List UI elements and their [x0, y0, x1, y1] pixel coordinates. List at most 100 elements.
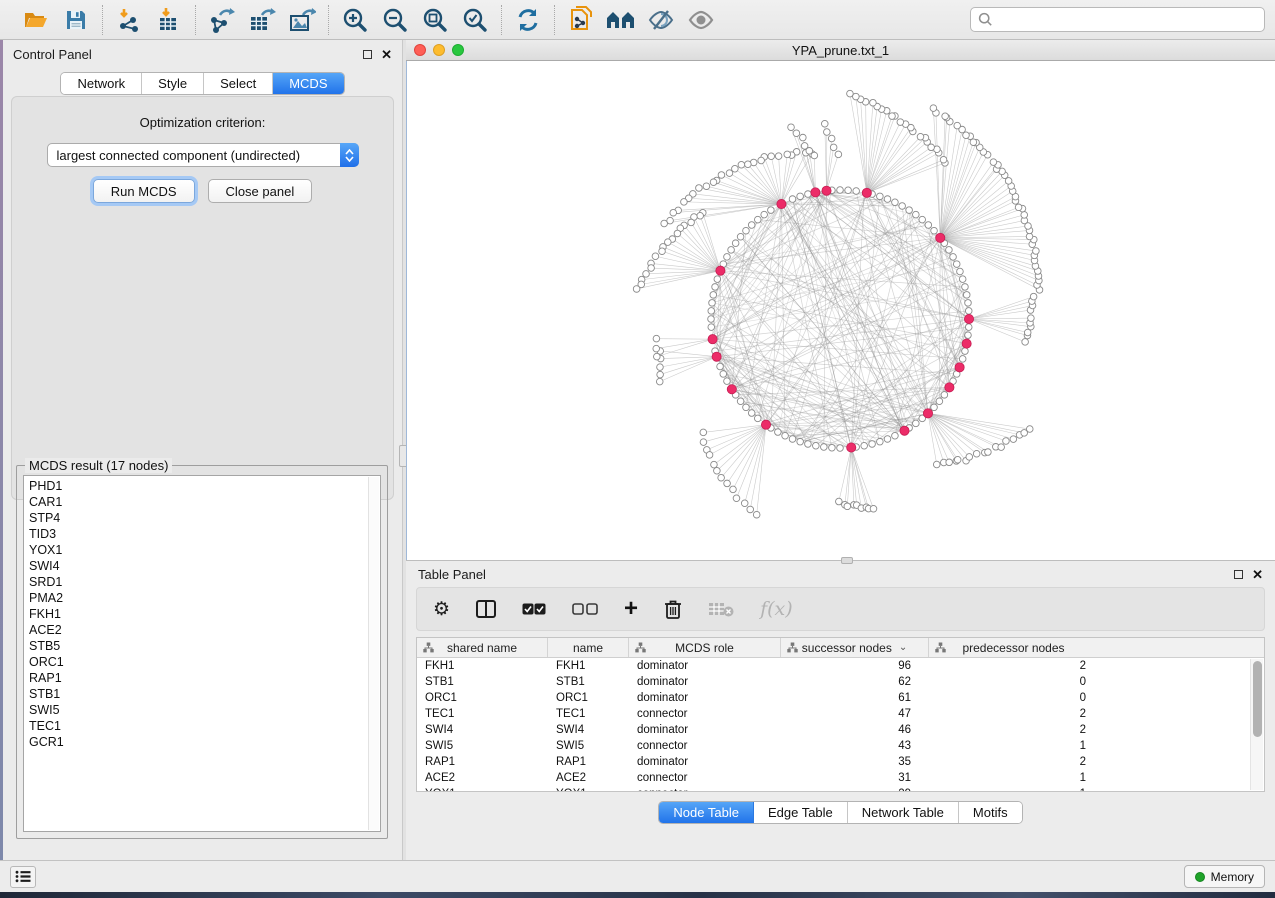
mcds-node[interactable]: [900, 426, 909, 435]
run-mcds-button[interactable]: Run MCDS: [93, 179, 195, 203]
mcds-node[interactable]: [847, 443, 856, 452]
mcds-result-node[interactable]: ORC1: [24, 654, 380, 670]
mcds-result-node[interactable]: STP4: [24, 510, 380, 526]
tab-select[interactable]: Select: [204, 73, 273, 94]
export-network-button[interactable]: [206, 5, 238, 35]
mcds-node[interactable]: [862, 188, 871, 197]
float-panel-icon[interactable]: [363, 50, 372, 59]
table-panel-drag-handle[interactable]: [841, 557, 853, 564]
mcds-result-node[interactable]: FKH1: [24, 606, 380, 622]
table-tab-node-table[interactable]: Node Table: [659, 802, 754, 823]
close-panel-icon[interactable]: ✕: [381, 48, 392, 61]
cell-successor-nodes: 47: [781, 708, 929, 720]
float-table-panel-icon[interactable]: [1234, 570, 1243, 579]
mcds-result-node[interactable]: YOX1: [24, 542, 380, 558]
import-network-button[interactable]: [113, 5, 145, 35]
tab-network[interactable]: Network: [61, 73, 142, 94]
mcds-result-node[interactable]: GCR1: [24, 734, 380, 750]
column-header-name[interactable]: name: [548, 638, 629, 657]
table-row[interactable]: RAP1RAP1dominator352: [417, 754, 1264, 770]
mcds-node[interactable]: [708, 335, 717, 344]
cell-successor-nodes: 31: [781, 772, 929, 784]
table-tab-network-table[interactable]: Network Table: [848, 802, 959, 823]
table-row[interactable]: ACE2ACE2connector311: [417, 770, 1264, 786]
mcds-result-node[interactable]: TID3: [24, 526, 380, 542]
mcds-result-node[interactable]: STB1: [24, 686, 380, 702]
task-history-button[interactable]: [10, 866, 36, 888]
table-options-button[interactable]: ⚙: [433, 594, 450, 624]
export-table-button[interactable]: [246, 5, 278, 35]
mcds-node[interactable]: [716, 266, 725, 275]
table-toolbar: ⚙: [416, 587, 1265, 631]
table-row[interactable]: SWI5SWI5connector431: [417, 738, 1264, 754]
export-image-button[interactable]: [286, 5, 318, 35]
tab-mcds[interactable]: MCDS: [273, 73, 343, 94]
mcds-result-node[interactable]: RAP1: [24, 670, 380, 686]
column-header-successor-nodes[interactable]: successor nodes⌄: [781, 638, 929, 657]
mcds-node[interactable]: [923, 409, 932, 418]
mcds-result-node[interactable]: TEC1: [24, 718, 380, 734]
mcds-result-node[interactable]: CAR1: [24, 494, 380, 510]
table-row[interactable]: STB1STB1dominator620: [417, 674, 1264, 690]
mcds-result-node[interactable]: SRD1: [24, 574, 380, 590]
column-header-MCDS-role[interactable]: MCDS role: [629, 638, 781, 657]
add-column-button[interactable]: +: [624, 594, 638, 624]
table-tab-edge-table[interactable]: Edge Table: [754, 802, 848, 823]
mcds-result-list[interactable]: PHD1CAR1STP4TID3YOX1SWI4SRD1PMA2FKH1ACE2…: [23, 475, 381, 832]
mcds-result-node[interactable]: PHD1: [24, 478, 380, 494]
refresh-layout-button[interactable]: [512, 5, 544, 35]
table-row[interactable]: SWI4SWI4dominator462: [417, 722, 1264, 738]
column-header-shared-name[interactable]: shared name: [417, 638, 548, 657]
select-all-button[interactable]: [522, 594, 546, 624]
mcds-node[interactable]: [955, 363, 964, 372]
mcds-node[interactable]: [945, 383, 954, 392]
mcds-result-node[interactable]: SWI5: [24, 702, 380, 718]
mcds-node[interactable]: [727, 385, 736, 394]
mcds-node[interactable]: [962, 339, 971, 348]
global-search[interactable]: [970, 7, 1265, 32]
mcds-node[interactable]: [811, 188, 820, 197]
mcds-node[interactable]: [936, 233, 945, 242]
split-panel-icon: [476, 600, 496, 618]
deselect-all-button[interactable]: [572, 594, 598, 624]
mcds-result-node[interactable]: PMA2: [24, 590, 380, 606]
zoom-selected-button[interactable]: [459, 5, 491, 35]
mcds-list-scrollbar[interactable]: [368, 477, 379, 830]
table-row[interactable]: ORC1ORC1dominator610: [417, 690, 1264, 706]
open-file-button[interactable]: [20, 5, 52, 35]
network-from-selection-button[interactable]: [565, 5, 597, 35]
close-panel-button[interactable]: Close panel: [208, 179, 313, 203]
import-table-button[interactable]: [153, 5, 185, 35]
table-scrollbar-thumb[interactable]: [1253, 661, 1262, 737]
first-neighbors-button[interactable]: [605, 5, 637, 35]
cell-name: SWI4: [548, 724, 629, 736]
search-input[interactable]: [998, 13, 1257, 27]
table-row[interactable]: TEC1TEC1connector472: [417, 706, 1264, 722]
table-scrollbar[interactable]: [1250, 659, 1263, 790]
table-row[interactable]: FKH1FKH1dominator962: [417, 658, 1264, 674]
mcds-node[interactable]: [822, 186, 831, 195]
zoom-in-button[interactable]: [339, 5, 371, 35]
mcds-result-node[interactable]: STB5: [24, 638, 380, 654]
criterion-select[interactable]: largest connected component (undirected): [47, 143, 359, 167]
hide-selected-button[interactable]: [645, 5, 677, 35]
table-row[interactable]: YOX1YOX1connector291: [417, 786, 1264, 792]
save-session-button[interactable]: [60, 5, 92, 35]
split-panel-button[interactable]: [476, 594, 496, 624]
close-table-panel-icon[interactable]: ✕: [1252, 568, 1263, 581]
tab-style[interactable]: Style: [142, 73, 204, 94]
mcds-node[interactable]: [761, 420, 770, 429]
mcds-node[interactable]: [712, 352, 721, 361]
show-all-button[interactable]: [685, 5, 717, 35]
mcds-result-node[interactable]: SWI4: [24, 558, 380, 574]
mcds-node[interactable]: [964, 314, 973, 323]
zoom-fit-button[interactable]: [419, 5, 451, 35]
network-canvas[interactable]: [406, 61, 1275, 560]
column-header-predecessor-nodes[interactable]: predecessor nodes: [929, 638, 1098, 657]
zoom-out-button[interactable]: [379, 5, 411, 35]
mcds-node[interactable]: [777, 199, 786, 208]
memory-button[interactable]: Memory: [1184, 865, 1265, 888]
delete-column-button[interactable]: [664, 594, 682, 624]
table-tab-motifs[interactable]: Motifs: [959, 802, 1022, 823]
mcds-result-node[interactable]: ACE2: [24, 622, 380, 638]
